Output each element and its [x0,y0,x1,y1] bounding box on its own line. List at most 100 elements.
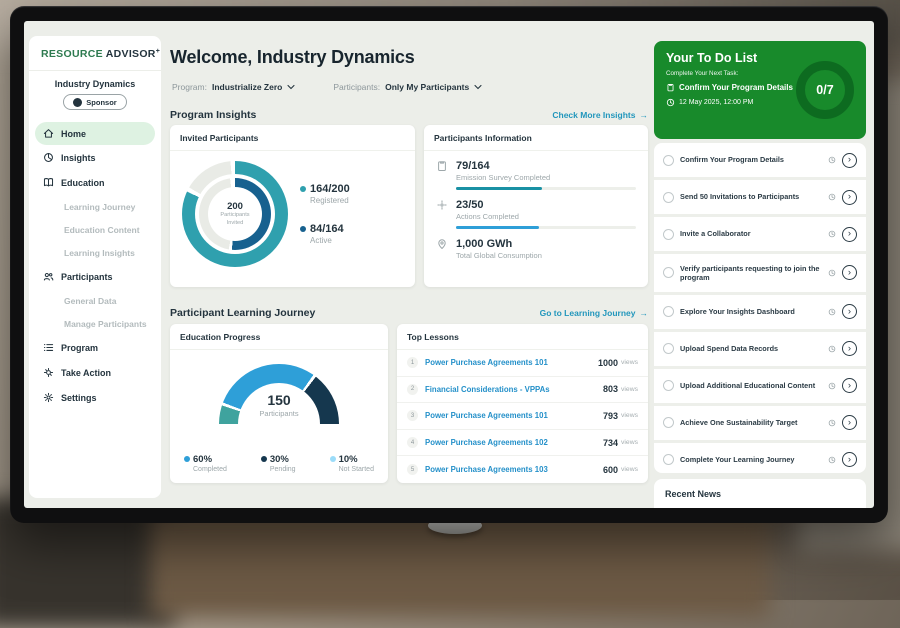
program-dropdown[interactable]: Program: Industrialize Zero [172,82,295,92]
sidebar-item-learning-journey[interactable]: Learning Journey [29,195,161,218]
lesson-title-link[interactable]: Power Purchase Agreements 101 [425,411,603,420]
todo-datetime: 12 May 2025, 12:00 PM [679,99,753,106]
legend-dot-not-started [330,456,336,462]
lesson-row[interactable]: 5 Power Purchase Agreements 103 600 view… [397,456,648,483]
task-checkbox[interactable] [663,343,674,354]
not-started-value: 10% [339,454,374,465]
task-checkbox[interactable] [663,229,674,240]
people-icon [43,271,54,282]
participants-value: Only My Participants [385,82,469,92]
progress-fill-actions [456,226,539,229]
chevron-right-icon: › [848,307,851,317]
survey-icon [436,160,448,172]
task-row[interactable]: Upload Additional Educational Content › [654,369,866,406]
task-go-button[interactable]: › [842,153,857,168]
task-row[interactable]: Confirm Your Program Details › [654,143,866,180]
sidebar-item-insights[interactable]: Insights [29,145,161,170]
task-go-button[interactable]: › [842,341,857,356]
lesson-row[interactable]: 3 Power Purchase Agreements 101 793 view… [397,403,648,430]
lesson-title-link[interactable]: Financial Considerations - VPPAs [425,385,603,394]
task-row[interactable]: Achieve One Sustainability Target › [654,406,866,443]
emission-survey-row: 79/164 Emission Survey Completed [424,151,648,190]
filters-row: Program: Industrialize Zero Participants… [172,82,482,92]
page-title: Welcome, Industry Dynamics [170,47,415,68]
task-checkbox[interactable] [663,454,674,465]
task-checkbox[interactable] [663,155,674,166]
lesson-title-link[interactable]: Power Purchase Agreements 102 [425,438,603,447]
consumption-label: Total Global Consumption [456,251,636,260]
sidebar-item-participants[interactable]: Participants [29,264,161,289]
insights-icon [43,152,54,163]
sponsor-label: Sponsor [86,98,116,107]
lesson-rank: 1 [407,357,418,368]
sidebar-item-learning-insights[interactable]: Learning Insights [29,241,161,264]
todo-count: 0/7 [816,83,833,97]
task-row[interactable]: Explore Your Insights Dashboard › [654,295,866,332]
invited-donut-chart: 200 Participants Invited [182,161,288,267]
task-go-button[interactable]: › [842,265,857,280]
arrow-right-icon: → [640,110,649,120]
lesson-views: 803 [603,384,618,394]
legend-dot-completed [184,456,190,462]
chevron-right-icon: › [848,268,851,278]
task-go-button[interactable]: › [842,415,857,430]
chevron-right-icon: › [848,344,851,354]
sidebar: RESOURCE ADVISOR+ Industry Dynamics Spon… [29,36,161,498]
lesson-title-link[interactable]: Power Purchase Agreements 101 [425,358,598,367]
sidebar-item-manage-participants[interactable]: Manage Participants [29,312,161,335]
task-row[interactable]: Upload Spend Data Records › [654,332,866,369]
not-started-label: Not Started [339,466,374,473]
sidebar-item-label: Home [61,129,86,139]
task-row[interactable]: Verify participants requesting to join t… [654,254,866,295]
task-checkbox[interactable] [663,417,674,428]
sidebar-item-take-action[interactable]: Take Action [29,360,161,385]
progress-track [456,187,636,190]
check-more-insights-link[interactable]: Check More Insights → [552,110,648,120]
gauge-center-value: 150 [170,392,388,408]
task-go-button[interactable]: › [842,304,857,319]
location-pin-icon [436,238,448,250]
task-checkbox[interactable] [663,380,674,391]
task-row[interactable]: Send 50 Invitations to Participants › [654,180,866,217]
completed-value: 60% [193,454,227,465]
lesson-title-link[interactable]: Power Purchase Agreements 103 [425,465,603,474]
task-go-button[interactable]: › [842,227,857,242]
sidebar-item-education-content[interactable]: Education Content [29,218,161,241]
task-checkbox[interactable] [663,267,674,278]
task-go-button[interactable]: › [842,378,857,393]
emission-survey-label: Emission Survey Completed [456,173,636,182]
sidebar-item-general-data[interactable]: General Data [29,289,161,312]
gauge-legend: 60% Completed 30% Pending 10% Not Starte… [170,444,388,473]
logo-secondary: ADVISOR [106,48,156,60]
task-label: Explore Your Insights Dashboard [680,307,822,316]
lesson-row[interactable]: 4 Power Purchase Agreements 102 734 view… [397,430,648,457]
go-to-learning-journey-link[interactable]: Go to Learning Journey → [540,308,648,318]
task-go-button[interactable]: › [842,452,857,467]
task-checkbox[interactable] [663,306,674,317]
clock-icon [828,230,836,238]
lesson-row[interactable]: 2 Financial Considerations - VPPAs 803 v… [397,377,648,404]
actions-completed-row: 23/50 Actions Completed [424,190,648,229]
participants-dropdown[interactable]: Participants: Only My Participants [333,82,482,92]
sidebar-item-home[interactable]: Home [35,122,155,145]
task-row[interactable]: Invite a Collaborator › [654,217,866,254]
clock-icon [828,308,836,316]
logo-primary: RESOURCE [41,48,103,60]
sidebar-item-label: Manage Participants [64,319,147,329]
completed-label: Completed [193,466,227,473]
lesson-views-suffix: views [621,386,638,393]
sidebar-item-education[interactable]: Education [29,170,161,195]
actions-icon [436,199,448,211]
sidebar-item-settings[interactable]: Settings [29,385,161,410]
lesson-views-suffix: views [621,466,638,473]
chevron-down-icon [287,84,295,90]
progress-track [456,226,636,229]
gauge-center-label: Participants [170,409,388,418]
task-go-button[interactable]: › [842,190,857,205]
sidebar-item-program[interactable]: Program [29,335,161,360]
invited-participants-card: Invited Participants 200 Participants In… [170,125,415,287]
lesson-row[interactable]: 1 Power Purchase Agreements 101 1000 vie… [397,350,648,377]
task-row[interactable]: Complete Your Learning Journey › [654,443,866,473]
task-checkbox[interactable] [663,192,674,203]
link-label: Check More Insights [552,110,635,120]
